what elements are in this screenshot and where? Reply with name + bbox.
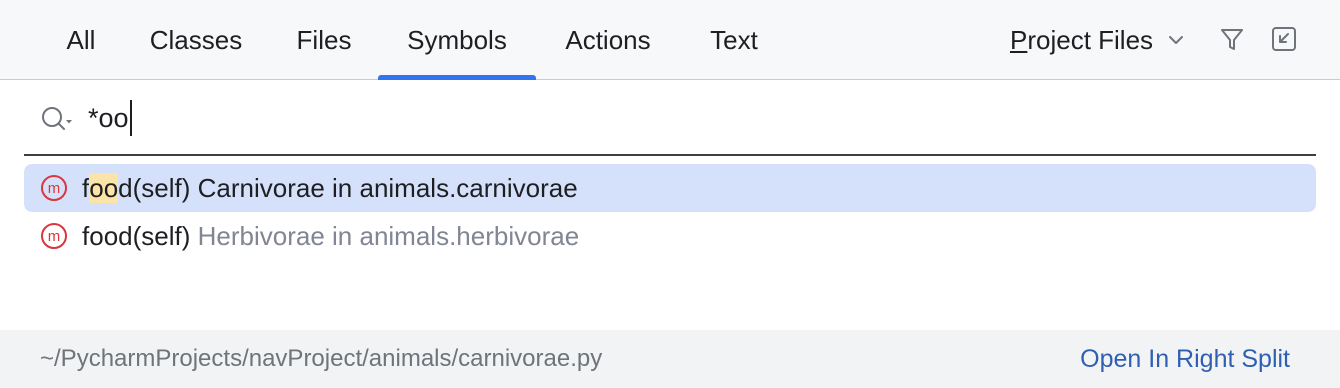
tab-all[interactable]: All [50, 0, 112, 80]
tab-symbols[interactable]: Symbols [378, 0, 536, 80]
tab-files[interactable]: Files [282, 0, 366, 80]
result-item[interactable]: m food(self) Carnivorae in animals.carni… [24, 164, 1316, 212]
result-name-suffix: d(self) [118, 173, 191, 203]
search-history-icon[interactable] [40, 104, 76, 134]
svg-text:m: m [48, 228, 61, 245]
search-row [0, 80, 1340, 156]
search-input[interactable]: *oo [88, 100, 132, 136]
scope-dropdown[interactable]: Project Files [1010, 0, 1185, 80]
result-match-highlight: oo [89, 173, 119, 203]
tab-label: Classes [149, 24, 243, 55]
tab-label: Files [296, 24, 352, 55]
search-divider [24, 154, 1316, 156]
open-in-find-window-icon[interactable] [1269, 24, 1299, 54]
chevron-down-icon [1169, 36, 1184, 44]
tab-label: Text [710, 24, 758, 55]
tab-label: Actions [565, 24, 651, 55]
svg-text:m: m [48, 180, 61, 197]
scope-mnemonic: P [1010, 24, 1028, 55]
tab-classes[interactable]: Classes [136, 0, 256, 80]
open-in-right-split-link[interactable]: Open In Right Split [1080, 330, 1290, 388]
result-context: Herbivorae in animals.herbivorae [190, 221, 580, 251]
result-text: food(self) Carnivorae in animals.carnivo… [82, 164, 578, 212]
filter-icon[interactable] [1217, 24, 1247, 54]
tab-label: Symbols [407, 24, 507, 55]
tab-text[interactable]: Text [692, 0, 776, 80]
file-path: ~/PycharmProjects/navProject/animals/car… [40, 345, 603, 372]
result-match: oo [89, 221, 119, 251]
result-text: food(self) Herbivorae in animals.herbivo… [82, 212, 579, 260]
result-context: Carnivorae in animals.carnivorae [190, 173, 578, 203]
footer-bar: ~/PycharmProjects/navProject/animals/car… [0, 330, 1340, 388]
result-name-suffix: d(self) [118, 221, 191, 251]
method-icon: m [41, 223, 67, 249]
method-icon: m [41, 175, 67, 201]
scope-label: roject Files [1027, 24, 1154, 55]
result-item[interactable]: m food(self) Herbivorae in animals.herbi… [24, 212, 1316, 260]
tab-bar: All Classes Files Symbols Actions Text P… [0, 0, 1340, 80]
tab-actions[interactable]: Actions [548, 0, 668, 80]
tab-label: All [66, 24, 96, 55]
